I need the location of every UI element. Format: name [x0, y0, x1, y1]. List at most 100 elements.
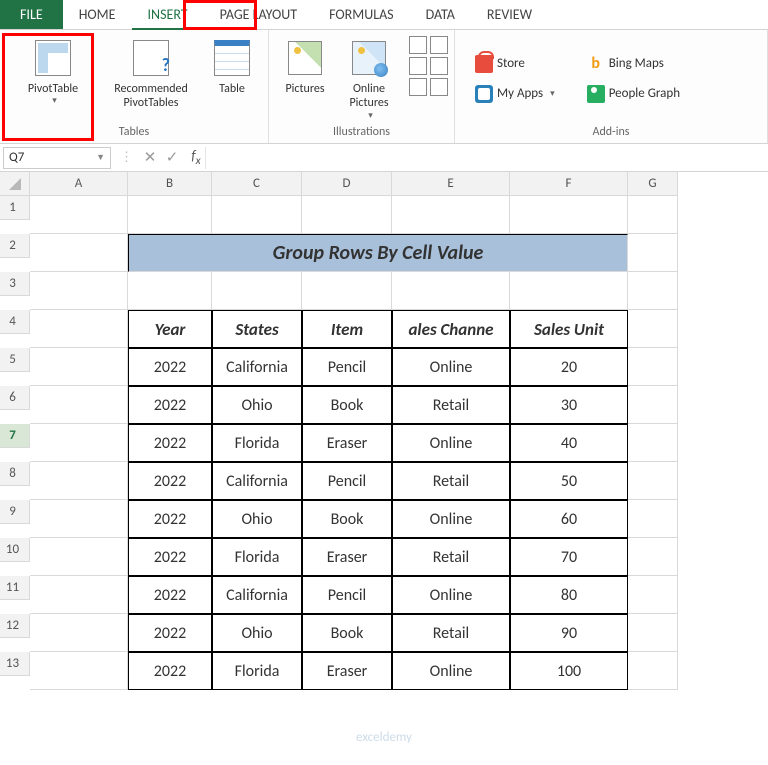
- data-unit[interactable]: 50: [510, 462, 628, 500]
- header-item[interactable]: Item: [302, 310, 392, 348]
- data-unit[interactable]: 90: [510, 614, 628, 652]
- title-cell[interactable]: Group Rows By Cell Value: [128, 234, 628, 272]
- data-item[interactable]: Book: [302, 386, 392, 424]
- row-8[interactable]: 8: [0, 462, 30, 486]
- row-1[interactable]: 1: [0, 196, 30, 220]
- cell[interactable]: [628, 348, 678, 386]
- data-year[interactable]: 2022: [128, 386, 212, 424]
- cell[interactable]: [628, 386, 678, 424]
- cell[interactable]: [628, 272, 678, 310]
- cell[interactable]: [30, 538, 128, 576]
- data-channel[interactable]: Online: [392, 348, 510, 386]
- cell[interactable]: [510, 272, 628, 310]
- col-C[interactable]: C: [212, 172, 302, 196]
- table-button[interactable]: Table: [202, 32, 262, 96]
- cell[interactable]: [510, 196, 628, 234]
- icons-icon[interactable]: [409, 78, 427, 96]
- tab-formulas[interactable]: FORMULAS: [313, 0, 410, 29]
- cell[interactable]: [628, 500, 678, 538]
- cell[interactable]: [30, 462, 128, 500]
- data-unit[interactable]: 100: [510, 652, 628, 690]
- data-item[interactable]: Pencil: [302, 576, 392, 614]
- name-box-dropdown-icon[interactable]: ▼: [96, 152, 105, 163]
- data-unit[interactable]: 20: [510, 348, 628, 386]
- cell[interactable]: [30, 310, 128, 348]
- row-5[interactable]: 5: [0, 348, 30, 372]
- shapes-icon[interactable]: [409, 36, 427, 54]
- header-year[interactable]: Year: [128, 310, 212, 348]
- data-year[interactable]: 2022: [128, 424, 212, 462]
- cell[interactable]: [30, 234, 128, 272]
- tab-review[interactable]: REVIEW: [471, 0, 548, 29]
- data-item[interactable]: Book: [302, 500, 392, 538]
- cell[interactable]: [302, 196, 392, 234]
- data-channel[interactable]: Online: [392, 500, 510, 538]
- store-button[interactable]: Store: [471, 52, 559, 76]
- data-channel[interactable]: Online: [392, 424, 510, 462]
- cell[interactable]: [628, 462, 678, 500]
- data-year[interactable]: 2022: [128, 538, 212, 576]
- row-10[interactable]: 10: [0, 538, 30, 562]
- tab-insert[interactable]: INSERT: [132, 0, 204, 30]
- data-channel[interactable]: Online: [392, 652, 510, 690]
- cell[interactable]: [628, 310, 678, 348]
- data-channel[interactable]: Retail: [392, 538, 510, 576]
- data-states[interactable]: Florida: [212, 652, 302, 690]
- cell[interactable]: [628, 234, 678, 272]
- data-channel[interactable]: Retail: [392, 462, 510, 500]
- row-13[interactable]: 13: [0, 652, 30, 676]
- smartart-icon[interactable]: [409, 57, 427, 75]
- data-item[interactable]: Pencil: [302, 348, 392, 386]
- data-unit[interactable]: 70: [510, 538, 628, 576]
- cell[interactable]: [30, 424, 128, 462]
- data-states[interactable]: California: [212, 462, 302, 500]
- data-states[interactable]: Florida: [212, 424, 302, 462]
- cell[interactable]: [628, 576, 678, 614]
- online-pictures-button[interactable]: Online Pictures: [339, 32, 399, 122]
- header-states[interactable]: States: [212, 310, 302, 348]
- cell[interactable]: [392, 272, 510, 310]
- cell[interactable]: [30, 196, 128, 234]
- data-states[interactable]: California: [212, 348, 302, 386]
- tab-file[interactable]: FILE: [0, 0, 63, 29]
- col-G[interactable]: G: [628, 172, 678, 196]
- fx-button[interactable]: fx: [183, 147, 205, 168]
- row-3[interactable]: 3: [0, 272, 30, 296]
- data-channel[interactable]: Retail: [392, 614, 510, 652]
- row-6[interactable]: 6: [0, 386, 30, 410]
- enter-button[interactable]: ✓: [161, 148, 183, 167]
- cell[interactable]: [30, 500, 128, 538]
- row-7[interactable]: 7: [0, 424, 30, 448]
- header-unit[interactable]: Sales Unit: [510, 310, 628, 348]
- name-box[interactable]: Q7 ▼: [3, 147, 111, 169]
- data-item[interactable]: Eraser: [302, 652, 392, 690]
- cancel-button[interactable]: ✕: [139, 148, 161, 167]
- cell[interactable]: [628, 614, 678, 652]
- data-unit[interactable]: 40: [510, 424, 628, 462]
- data-unit[interactable]: 30: [510, 386, 628, 424]
- data-unit[interactable]: 60: [510, 500, 628, 538]
- cell[interactable]: [30, 348, 128, 386]
- data-year[interactable]: 2022: [128, 500, 212, 538]
- data-item[interactable]: Pencil: [302, 462, 392, 500]
- cell[interactable]: [212, 196, 302, 234]
- col-A[interactable]: A: [30, 172, 128, 196]
- data-channel[interactable]: Retail: [392, 386, 510, 424]
- data-unit[interactable]: 80: [510, 576, 628, 614]
- data-states[interactable]: Florida: [212, 538, 302, 576]
- data-year[interactable]: 2022: [128, 462, 212, 500]
- col-D[interactable]: D: [302, 172, 392, 196]
- cell[interactable]: [30, 614, 128, 652]
- select-all-corner[interactable]: [0, 172, 30, 196]
- data-states[interactable]: Ohio: [212, 614, 302, 652]
- cell[interactable]: [30, 652, 128, 690]
- data-item[interactable]: Book: [302, 614, 392, 652]
- cell[interactable]: [628, 196, 678, 234]
- row-11[interactable]: 11: [0, 576, 30, 600]
- data-item[interactable]: Eraser: [302, 538, 392, 576]
- col-B[interactable]: B: [128, 172, 212, 196]
- cell[interactable]: [628, 652, 678, 690]
- cell[interactable]: [302, 272, 392, 310]
- chart-icon[interactable]: [430, 57, 448, 75]
- recommended-pivottables-button[interactable]: Recommended PivotTables: [104, 32, 198, 111]
